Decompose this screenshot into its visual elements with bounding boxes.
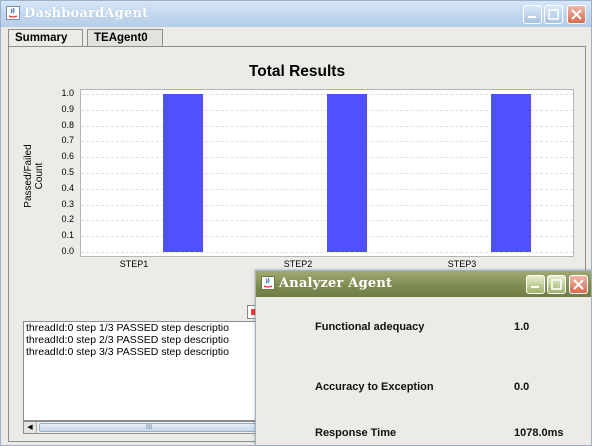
close-button[interactable] xyxy=(567,5,586,24)
scrollbar-thumb[interactable]: III xyxy=(39,423,259,432)
y-tick-label: 1.0 xyxy=(61,88,74,98)
scroll-left-arrow[interactable]: ◀ xyxy=(24,422,37,433)
bar-step2 xyxy=(327,94,367,252)
log-line: threadId:0 step 2/3 PASSED step descript… xyxy=(26,334,229,346)
minimize-icon xyxy=(528,16,536,18)
y-tick-label: 0.1 xyxy=(61,230,74,241)
y-tick-label: 0.9 xyxy=(61,103,74,114)
metric-label-accuracy-to-exception: Accuracy to Exception xyxy=(315,381,434,393)
main-window-title: DashboardAgent xyxy=(24,6,149,21)
minimize-icon xyxy=(531,286,539,288)
chart-title: Total Results xyxy=(248,63,346,80)
main-titlebar[interactable]: DashboardAgent xyxy=(1,1,591,27)
tab-summary[interactable]: Summary xyxy=(8,29,83,47)
y-tick-label: 0.8 xyxy=(61,119,74,130)
metric-value-functional-adequacy: 1.0 xyxy=(514,321,530,333)
y-tick-label: 0.6 xyxy=(61,151,74,162)
analyzer-titlebar[interactable]: Analyzer Agent xyxy=(256,271,591,297)
analyzer-maximize-button[interactable] xyxy=(547,275,566,294)
close-icon xyxy=(573,279,584,290)
x-tick-label: STEP1 xyxy=(119,259,149,269)
tab-teagent0[interactable]: TEAgent0 xyxy=(87,29,163,46)
y-tick-label: 0.7 xyxy=(61,135,74,146)
bar-step3 xyxy=(491,94,531,252)
maximize-icon xyxy=(551,279,562,290)
metric-value-accuracy-to-exception: 0.0 xyxy=(514,381,530,393)
x-tick-label: STEP3 xyxy=(447,259,477,269)
log-line: threadId:0 step 3/3 PASSED step descript… xyxy=(26,346,229,358)
gridline xyxy=(81,252,573,253)
bar-step1 xyxy=(163,94,203,252)
log-horizontal-scrollbar[interactable]: ◀ III xyxy=(23,421,273,434)
java-app-icon xyxy=(261,276,275,290)
java-app-icon xyxy=(6,6,20,20)
log-line: threadId:0 step 1/3 PASSED step descript… xyxy=(26,322,229,334)
analyzer-close-button[interactable] xyxy=(569,275,588,294)
plot-area xyxy=(80,89,574,257)
y-axis-title: Passed/Failed Count xyxy=(23,144,45,208)
log-output[interactable]: threadId:0 step 1/3 PASSED step descript… xyxy=(23,321,273,421)
metric-label-functional-adequacy: Functional adequacy xyxy=(315,321,425,333)
close-icon xyxy=(571,9,582,20)
analyzer-agent-window: Analyzer Agent Functional adequacy 1.0 A… xyxy=(255,270,592,446)
y-tick-label: 0.2 xyxy=(61,214,74,225)
y-tick-label: 0.4 xyxy=(61,182,74,193)
y-tick-label: 0.5 xyxy=(61,167,74,177)
x-tick-label: STEP2 xyxy=(283,259,313,269)
minimize-button[interactable] xyxy=(523,5,542,24)
maximize-button[interactable] xyxy=(544,5,563,24)
maximize-icon xyxy=(548,9,559,20)
y-tick-label: 0.0 xyxy=(61,246,74,256)
metric-value-response-time: 1078.0ms xyxy=(514,427,564,439)
analyzer-minimize-button[interactable] xyxy=(526,275,545,294)
analyzer-window-title: Analyzer Agent xyxy=(279,276,393,291)
metric-label-response-time: Response Time xyxy=(315,427,397,439)
y-tick-label: 0.3 xyxy=(61,198,74,209)
